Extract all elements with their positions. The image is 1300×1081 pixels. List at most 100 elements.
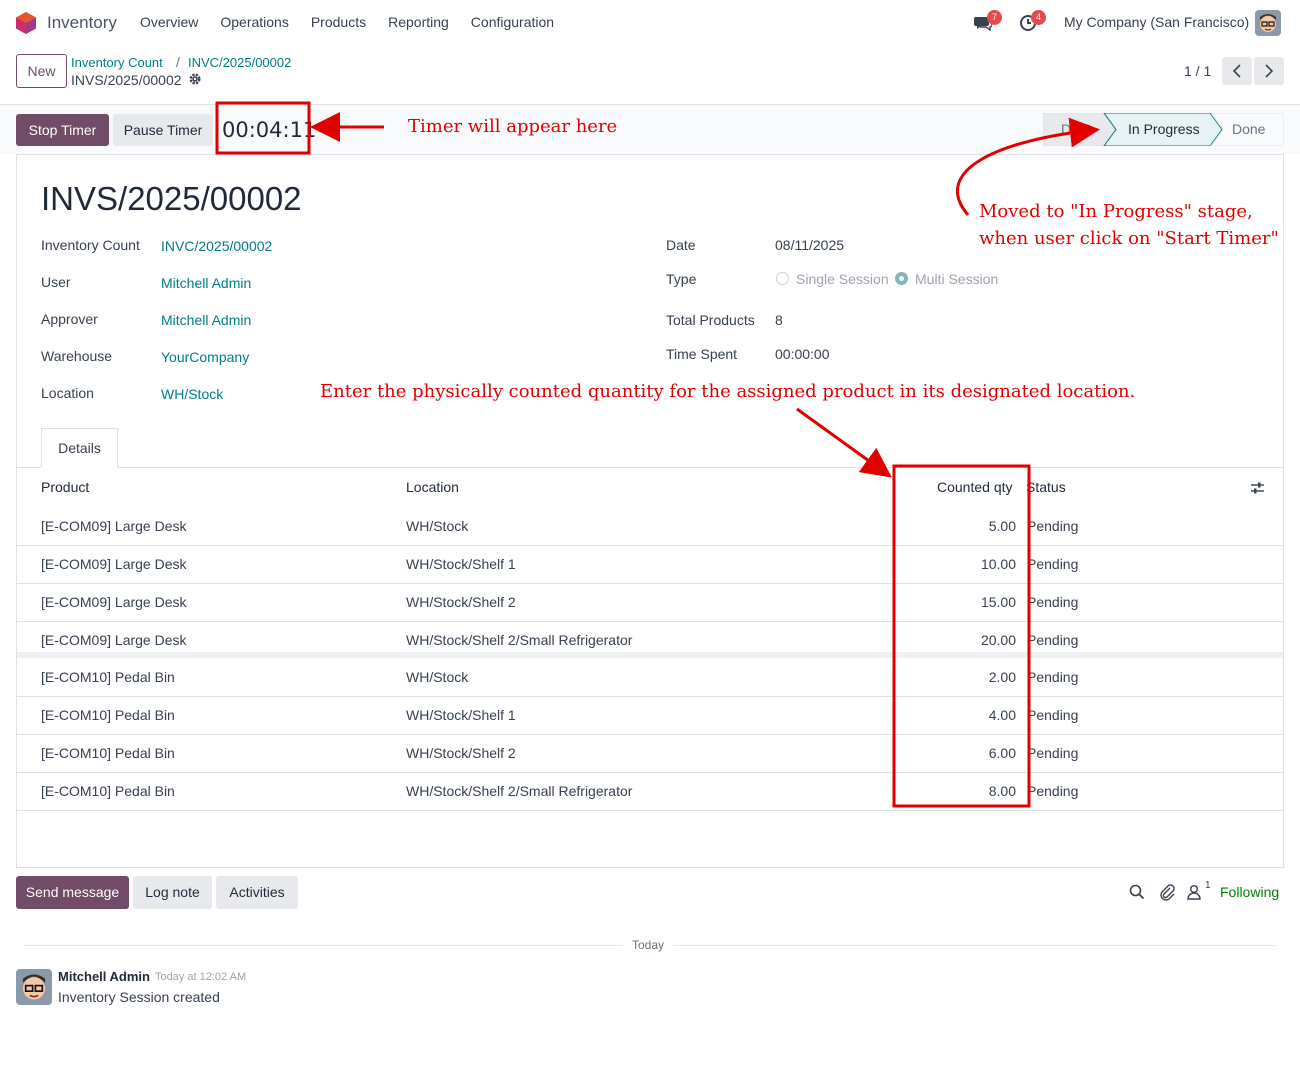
cell-status: Pending [1027, 669, 1079, 685]
table-row[interactable]: [E-COM10] Pedal Bin WH/Stock/Shelf 2/Sma… [17, 773, 1283, 811]
radio-single-session[interactable] [776, 272, 789, 285]
menu-overview[interactable]: Overview [140, 14, 198, 30]
gear-icon[interactable] [188, 72, 202, 86]
cell-product: [E-COM10] Pedal Bin [41, 745, 175, 761]
label-warehouse: Warehouse [41, 348, 113, 364]
label-location: Location [41, 385, 94, 401]
table-row[interactable]: [E-COM09] Large Desk WH/Stock 5.00 Pendi… [17, 508, 1283, 546]
table-row[interactable]: [E-COM09] Large Desk WH/Stock/Shelf 2 15… [17, 584, 1283, 622]
menu-configuration[interactable]: Configuration [471, 14, 554, 30]
field-date[interactable]: 08/11/2025 [775, 237, 844, 253]
new-button[interactable]: New [16, 54, 67, 88]
cell-status: Pending [1027, 632, 1079, 648]
table-row[interactable]: [E-COM10] Pedal Bin WH/Stock 2.00 Pendin… [17, 659, 1283, 697]
table-row[interactable]: [E-COM09] Large Desk WH/Stock/Shelf 2/Sm… [17, 622, 1283, 658]
pager-next-button[interactable] [1254, 57, 1284, 85]
search-icon[interactable] [1129, 884, 1145, 900]
cell-location: WH/Stock/Shelf 1 [406, 556, 516, 572]
cell-counted-qty[interactable]: 10.00 [926, 556, 1016, 572]
menu-reporting[interactable]: Reporting [388, 14, 449, 30]
record-title: INVS/2025/00002 [41, 180, 302, 217]
cell-product: [E-COM09] Large Desk [41, 594, 187, 610]
tab-details[interactable]: Details [41, 428, 118, 468]
followers-icon[interactable] [1187, 884, 1201, 900]
table-row[interactable]: [E-COM10] Pedal Bin WH/Stock/Shelf 1 4.0… [17, 697, 1283, 735]
cell-product: [E-COM10] Pedal Bin [41, 669, 175, 685]
column-product[interactable]: Product [41, 479, 89, 495]
field-approver[interactable]: Mitchell Admin [161, 312, 251, 328]
tab-divider [17, 467, 1283, 468]
stage-done[interactable]: Done [1232, 121, 1266, 137]
cell-counted-qty[interactable]: 4.00 [926, 707, 1016, 723]
company-switcher[interactable]: My Company (San Francisco) [1064, 14, 1249, 30]
label-approver: Approver [41, 311, 98, 327]
pager-previous-button[interactable] [1222, 57, 1252, 85]
label-date: Date [666, 237, 696, 253]
pager-value[interactable]: 1 / 1 [1184, 63, 1211, 79]
pause-timer-button[interactable]: Pause Timer [113, 114, 213, 146]
breadcrumb-count-record[interactable]: INVC/2025/00002 [188, 55, 291, 70]
paperclip-icon[interactable] [1158, 883, 1176, 901]
radio-multi-session[interactable] [895, 272, 908, 285]
main-menu: Overview Operations Products Reporting C… [140, 14, 576, 30]
cell-location: WH/Stock/Shelf 2 [406, 594, 516, 610]
cell-status: Pending [1027, 745, 1079, 761]
chevron-right-icon [1265, 64, 1274, 78]
cell-counted-qty[interactable]: 5.00 [926, 518, 1016, 534]
followers-count: 1 [1205, 880, 1211, 891]
column-location[interactable]: Location [406, 479, 459, 495]
stage-annotation-line-2: when user click on "Start Timer" [979, 228, 1279, 249]
following-button[interactable]: Following [1220, 884, 1279, 900]
menu-operations[interactable]: Operations [220, 14, 288, 30]
field-inventory-count[interactable]: INVC/2025/00002 [161, 238, 272, 254]
cell-status: Pending [1027, 783, 1079, 799]
timer-display: 00:04:11 [222, 118, 317, 142]
cell-status: Pending [1027, 556, 1079, 572]
stage-draft[interactable]: Draft [1061, 121, 1091, 137]
table-row[interactable]: [E-COM10] Pedal Bin WH/Stock/Shelf 2 6.0… [17, 735, 1283, 773]
label-inventory-count: Inventory Count [41, 237, 140, 253]
radio-multi-session-label[interactable]: Multi Session [915, 271, 998, 287]
stop-timer-button[interactable]: Stop Timer [16, 114, 109, 146]
cell-location: WH/Stock/Shelf 2 [406, 745, 516, 761]
cell-counted-qty[interactable]: 6.00 [926, 745, 1016, 761]
send-message-button[interactable]: Send message [16, 876, 129, 909]
table-row[interactable]: [E-COM09] Large Desk WH/Stock/Shelf 1 10… [17, 546, 1283, 584]
cell-product: [E-COM09] Large Desk [41, 518, 187, 534]
stage-annotation-line-1: Moved to "In Progress" stage, [979, 201, 1253, 222]
activities-button[interactable]: Activities [216, 876, 298, 909]
cell-counted-qty[interactable]: 8.00 [926, 783, 1016, 799]
cell-product: [E-COM09] Large Desk [41, 556, 187, 572]
user-avatar[interactable] [1255, 10, 1281, 36]
field-warehouse[interactable]: YourCompany [161, 349, 249, 365]
cell-counted-qty[interactable]: 15.00 [926, 594, 1016, 610]
cell-product: [E-COM10] Pedal Bin [41, 707, 175, 723]
chevron-left-icon [1232, 64, 1241, 78]
activities-badge: 4 [1031, 10, 1046, 25]
cell-location: WH/Stock [406, 669, 469, 685]
breadcrumb-separator: / [176, 54, 180, 70]
stage-in-progress[interactable]: In Progress [1128, 121, 1200, 137]
timer-annotation: Timer will appear here [408, 116, 618, 137]
message-author[interactable]: Mitchell Admin [58, 969, 150, 984]
cell-product: [E-COM10] Pedal Bin [41, 783, 175, 799]
message-author-avatar[interactable] [16, 969, 52, 1005]
breadcrumb-inventory-count[interactable]: Inventory Count [71, 55, 163, 70]
inventory-app-icon[interactable] [16, 12, 36, 34]
cell-status: Pending [1027, 707, 1079, 723]
field-location[interactable]: WH/Stock [161, 386, 223, 402]
cell-product: [E-COM09] Large Desk [41, 632, 187, 648]
optional-columns-icon[interactable] [1250, 481, 1265, 495]
app-name[interactable]: Inventory [47, 13, 117, 33]
menu-products[interactable]: Products [311, 14, 366, 30]
column-status[interactable]: Status [1026, 479, 1066, 495]
cell-counted-qty[interactable]: 2.00 [926, 669, 1016, 685]
field-user[interactable]: Mitchell Admin [161, 275, 251, 291]
log-note-button[interactable]: Log note [133, 876, 212, 909]
cell-location: WH/Stock/Shelf 2/Small Refrigerator [406, 783, 633, 799]
cell-counted-qty[interactable]: 20.00 [926, 632, 1016, 648]
cell-status: Pending [1027, 594, 1079, 610]
column-counted-qty[interactable]: Counted qty [937, 479, 1013, 495]
label-time-spent: Time Spent [666, 346, 738, 362]
radio-single-session-label[interactable]: Single Session [796, 271, 889, 287]
